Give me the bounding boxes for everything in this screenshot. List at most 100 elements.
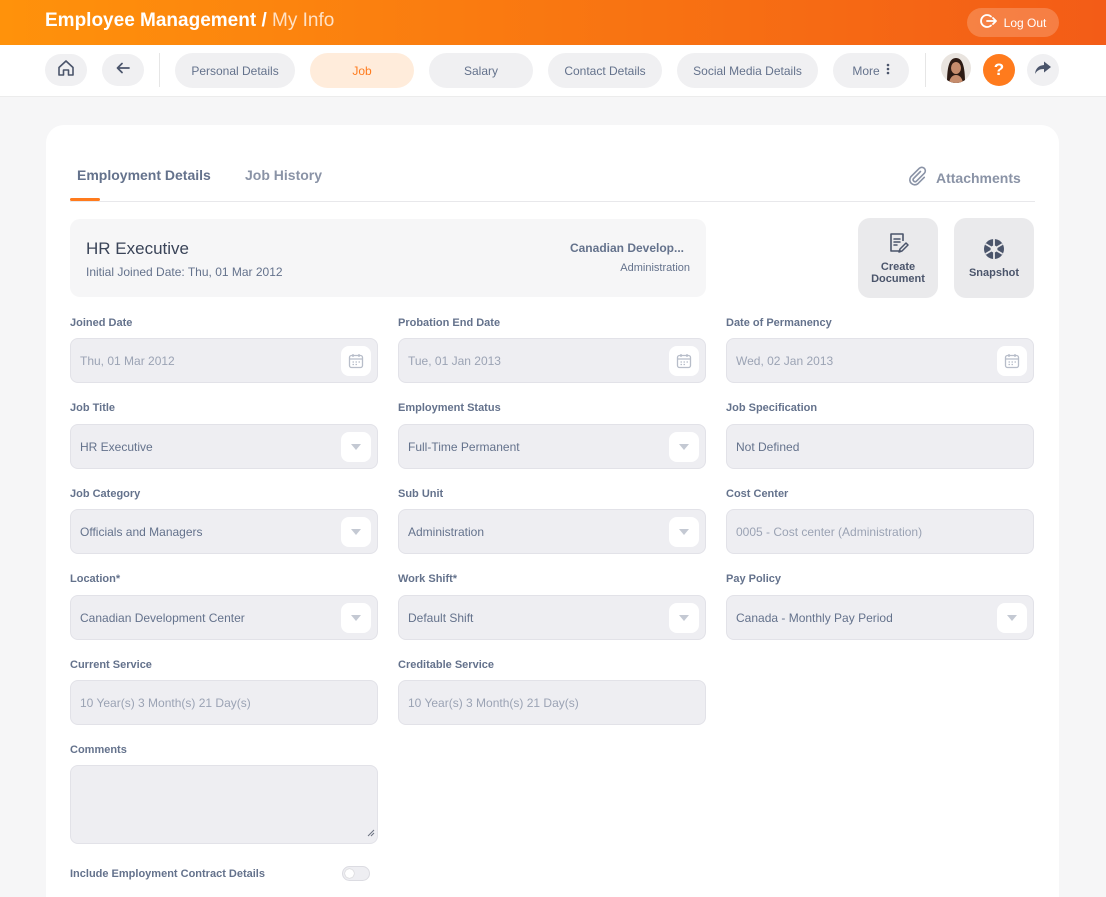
job-title-value: HR Executive (80, 439, 153, 454)
employment-status-select[interactable]: Full-Time Permanent (398, 424, 706, 469)
work-shift-label: Work Shift* (398, 573, 458, 585)
attachments-button[interactable]: Attachments (906, 165, 1021, 190)
job-specification-field: Not Defined (726, 424, 1034, 469)
cost-center-label: Cost Center (726, 488, 789, 500)
caret-down-icon[interactable] (669, 432, 699, 462)
logout-button[interactable]: Log Out (967, 8, 1059, 37)
active-tab-indicator (70, 198, 100, 201)
comments-textarea[interactable] (70, 765, 378, 844)
tab-social-media-details[interactable]: Social Media Details (677, 53, 818, 88)
tab-personal-details[interactable]: Personal Details (175, 53, 295, 88)
back-button[interactable] (102, 54, 144, 86)
tab-more[interactable]: More (833, 53, 909, 88)
comments-label: Comments (70, 744, 127, 756)
pay-policy-value: Canada - Monthly Pay Period (736, 610, 893, 625)
probation-end-date-value: Tue, 01 Jan 2013 (408, 353, 501, 368)
joined-date-label: Joined Date (70, 317, 133, 329)
job-specification-label: Job Specification (726, 402, 818, 414)
job-category-value: Officials and Managers (80, 524, 203, 539)
caret-down-icon[interactable] (669, 517, 699, 547)
caret-down-icon[interactable] (341, 432, 371, 462)
calendar-icon[interactable] (341, 346, 371, 376)
job-category-label: Job Category (70, 488, 141, 500)
tab-salary[interactable]: Salary (429, 53, 533, 88)
creditable-service-field: 10 Year(s) 3 Month(s) 21 Day(s) (398, 680, 706, 725)
summary-job-title: HR Executive (86, 239, 189, 258)
summary-sub-unit: Administration (620, 262, 690, 274)
navigation-bar: Personal Details Job Salary Contact Deta… (0, 45, 1106, 97)
date-of-permanency-label: Date of Permanency (726, 317, 832, 329)
job-category-select[interactable]: Officials and Managers (70, 509, 378, 554)
summary-initial-joined: Initial Joined Date: Thu, 01 Mar 2012 (86, 265, 283, 279)
job-specification-value: Not Defined (736, 439, 800, 454)
location-select[interactable]: Canadian Development Center (70, 595, 378, 640)
work-shift-value: Default Shift (408, 610, 474, 625)
help-button[interactable]: ? (983, 54, 1015, 86)
work-shift-select[interactable]: Default Shift (398, 595, 706, 640)
creditable-service-label: Creditable Service (398, 659, 494, 671)
creditable-service-value: 10 Year(s) 3 Month(s) 21 Day(s) (408, 695, 579, 710)
arrow-left-icon (115, 60, 131, 81)
pay-policy-label: Pay Policy (726, 573, 782, 585)
top-header: Employee Management / My Info Log Out (0, 0, 1106, 45)
tab-job-history[interactable]: Job History (245, 167, 322, 183)
joined-date-value: Thu, 01 Mar 2012 (80, 353, 175, 368)
sub-unit-select[interactable]: Administration (398, 509, 706, 554)
tab-more-label: More (852, 63, 880, 78)
date-of-permanency-value: Wed, 02 Jan 2013 (736, 353, 834, 368)
attachments-label: Attachments (936, 169, 1021, 186)
nav-divider (925, 53, 926, 87)
location-label: Location* (70, 573, 121, 585)
tab-job[interactable]: Job (310, 53, 414, 88)
probation-end-date-field[interactable]: Tue, 01 Jan 2013 (398, 338, 706, 383)
tab-employment-details[interactable]: Employment Details (77, 167, 211, 183)
avatar[interactable] (941, 53, 971, 83)
location-value: Canadian Development Center (80, 610, 245, 625)
pay-policy-select[interactable]: Canada - Monthly Pay Period (726, 595, 1034, 640)
current-service-label: Current Service (70, 659, 152, 671)
home-icon (56, 58, 76, 83)
logout-label: Log Out (1003, 15, 1047, 30)
calendar-icon[interactable] (997, 346, 1027, 376)
summary-location: Canadian Develop... (569, 241, 684, 255)
date-of-permanency-field[interactable]: Wed, 02 Jan 2013 (726, 338, 1034, 383)
job-title-label: Job Title (70, 402, 116, 414)
home-button[interactable] (45, 54, 87, 86)
cost-center-value: 0005 - Cost center (Administration) (736, 524, 923, 539)
probation-end-date-label: Probation End Date (398, 317, 501, 329)
question-mark-icon: ? (993, 60, 1005, 79)
share-button[interactable] (1027, 54, 1059, 86)
paperclip-icon (906, 165, 928, 190)
job-summary: HR Executive Initial Joined Date: Thu, 0… (70, 219, 706, 297)
logout-icon (979, 13, 998, 32)
caret-down-icon[interactable] (341, 517, 371, 547)
sub-unit-label: Sub Unit (398, 488, 444, 500)
snapshot-label: Snapshot (968, 267, 1020, 279)
current-service-field: 10 Year(s) 3 Month(s) 21 Day(s) (70, 680, 378, 725)
module-title: Employee Management (45, 10, 257, 31)
cost-center-field: 0005 - Cost center (Administration) (726, 509, 1034, 554)
tab-contact-details[interactable]: Contact Details (548, 53, 662, 88)
resize-handle-icon[interactable] (367, 824, 375, 842)
snapshot-button[interactable]: Snapshot (954, 218, 1034, 298)
calendar-icon[interactable] (669, 346, 699, 376)
employment-status-value: Full-Time Permanent (408, 439, 520, 454)
camera-aperture-icon (982, 237, 1006, 264)
joined-date-field[interactable]: Thu, 01 Mar 2012 (70, 338, 378, 383)
job-title-select[interactable]: HR Executive (70, 424, 378, 469)
kebab-menu-icon (886, 63, 890, 78)
toggle-knob (345, 869, 354, 878)
caret-down-icon[interactable] (341, 603, 371, 633)
include-contract-label: Include Employment Contract Details (70, 868, 265, 880)
tabs-divider (70, 201, 1035, 202)
current-service-value: 10 Year(s) 3 Month(s) 21 Day(s) (80, 695, 251, 710)
caret-down-icon[interactable] (669, 603, 699, 633)
nav-divider (159, 53, 160, 87)
document-edit-icon (887, 231, 909, 258)
create-document-label: Create Document (871, 261, 925, 285)
include-contract-toggle[interactable] (342, 866, 370, 881)
create-document-button[interactable]: Create Document (858, 218, 938, 298)
page-title: Employee Management / My Info (45, 10, 334, 32)
share-arrow-icon (1034, 60, 1052, 81)
caret-down-icon[interactable] (997, 603, 1027, 633)
